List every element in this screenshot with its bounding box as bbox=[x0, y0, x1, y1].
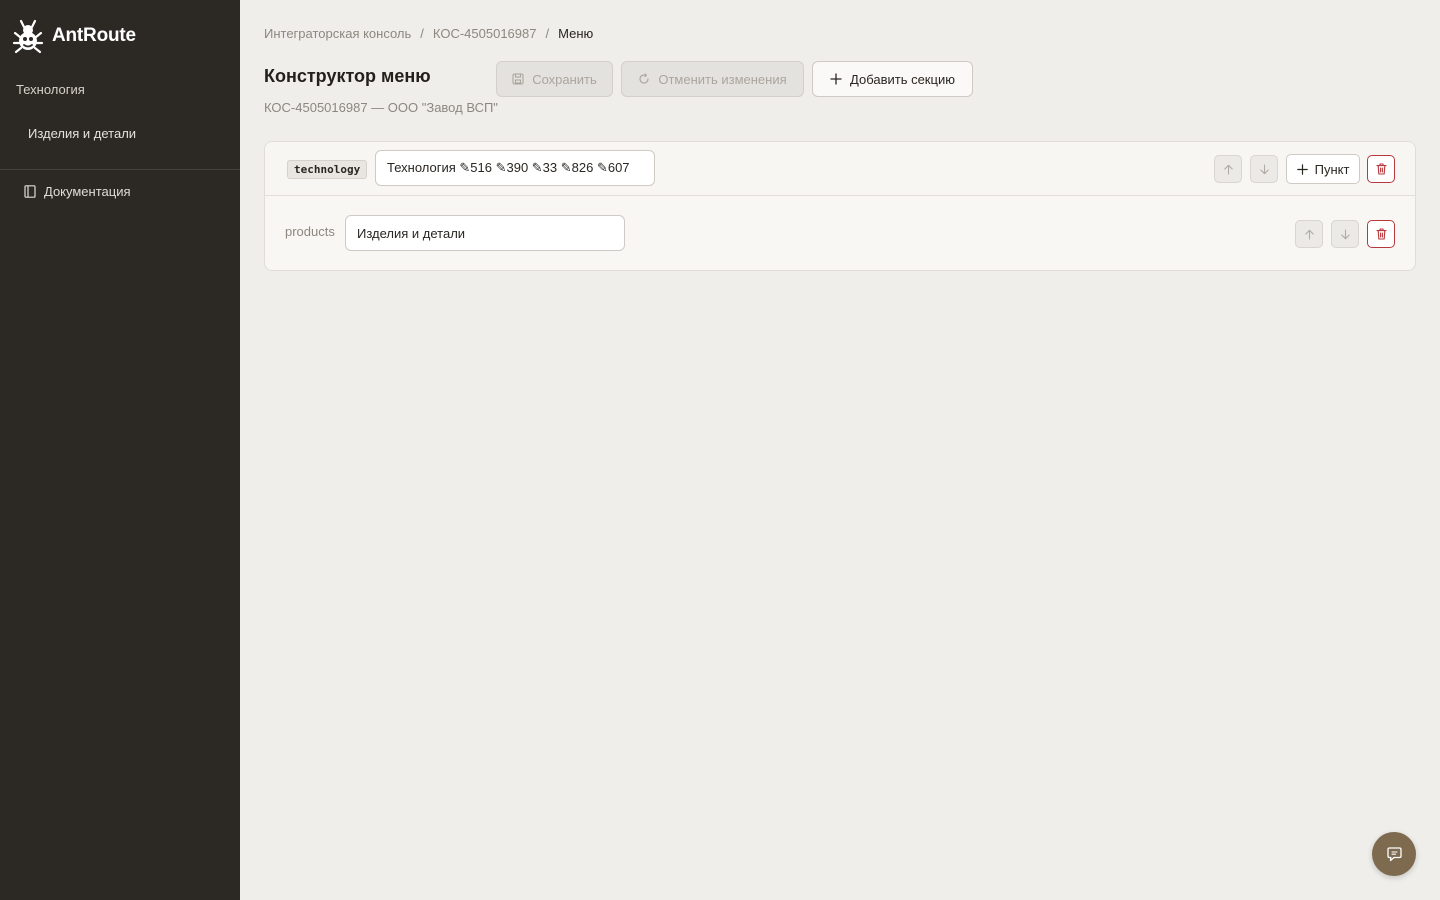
sidebar-divider bbox=[0, 169, 240, 170]
revert-button[interactable]: Отменить изменения bbox=[621, 61, 804, 97]
arrow-down-icon bbox=[1259, 163, 1269, 174]
plus-icon bbox=[830, 73, 842, 85]
breadcrumb-current: Меню bbox=[558, 26, 594, 41]
sidebar: AntRoute Технология Изделия и детали Док… bbox=[0, 0, 240, 900]
page-title: Конструктор меню bbox=[264, 66, 431, 86]
plus-icon bbox=[1296, 163, 1308, 175]
trash-icon bbox=[1375, 163, 1387, 175]
arrow-down-icon bbox=[1340, 228, 1350, 239]
save-icon bbox=[512, 73, 524, 85]
arrow-up-icon bbox=[1223, 164, 1233, 175]
brand-name: AntRoute bbox=[52, 25, 136, 46]
add-item-button[interactable]: Пункт bbox=[1286, 154, 1360, 184]
chat-button[interactable] bbox=[1372, 832, 1416, 876]
add-section-button[interactable]: Добавить секцию bbox=[812, 61, 973, 97]
breadcrumb-console[interactable]: Интеграторская консоль bbox=[264, 26, 411, 41]
refresh-icon bbox=[639, 73, 649, 84]
page-subtitle: КОС-4505016987 — ООО "Завод ВСП" bbox=[264, 100, 498, 115]
sidebar-item-docs[interactable]: Документация bbox=[24, 184, 131, 199]
item-move-down-button[interactable] bbox=[1331, 220, 1359, 248]
section-move-down-button[interactable] bbox=[1250, 155, 1278, 183]
item-title-input[interactable] bbox=[345, 215, 625, 251]
breadcrumb: Интеграторская консоль / КОС-4505016987 … bbox=[264, 26, 593, 41]
section-key-badge: technology bbox=[287, 160, 368, 179]
sidebar-docs-label: Документация bbox=[44, 184, 131, 199]
section-move-up-button[interactable] bbox=[1214, 155, 1242, 183]
breadcrumb-account[interactable]: КОС-4505016987 bbox=[433, 26, 537, 41]
breadcrumb-separator: / bbox=[420, 26, 424, 41]
chat-icon bbox=[1386, 846, 1402, 861]
add-item-button-label: Пункт bbox=[1314, 161, 1350, 177]
ant-logo-icon bbox=[12, 19, 44, 54]
document-icon bbox=[24, 185, 36, 198]
sidebar-section-label: Технология bbox=[16, 82, 85, 97]
sidebar-item-products[interactable]: Изделия и детали bbox=[28, 126, 136, 141]
section-title-input[interactable] bbox=[375, 150, 655, 186]
section-header-row: technology Пункт bbox=[265, 142, 1415, 196]
menu-section-card: technology Пункт products bbox=[264, 141, 1416, 271]
trash-icon bbox=[1375, 228, 1387, 240]
arrow-up-icon bbox=[1304, 229, 1314, 240]
save-button-label: Сохранить bbox=[532, 71, 597, 87]
revert-button-label: Отменить изменения bbox=[658, 71, 787, 87]
item-key-label: products bbox=[285, 224, 335, 239]
section-delete-button[interactable] bbox=[1367, 155, 1395, 183]
item-move-up-button[interactable] bbox=[1295, 220, 1323, 248]
add-section-button-label: Добавить секцию bbox=[850, 71, 955, 87]
brand[interactable]: AntRoute bbox=[12, 18, 136, 54]
item-delete-button[interactable] bbox=[1367, 220, 1395, 248]
save-button[interactable]: Сохранить bbox=[496, 61, 613, 97]
breadcrumb-separator: / bbox=[545, 26, 550, 41]
